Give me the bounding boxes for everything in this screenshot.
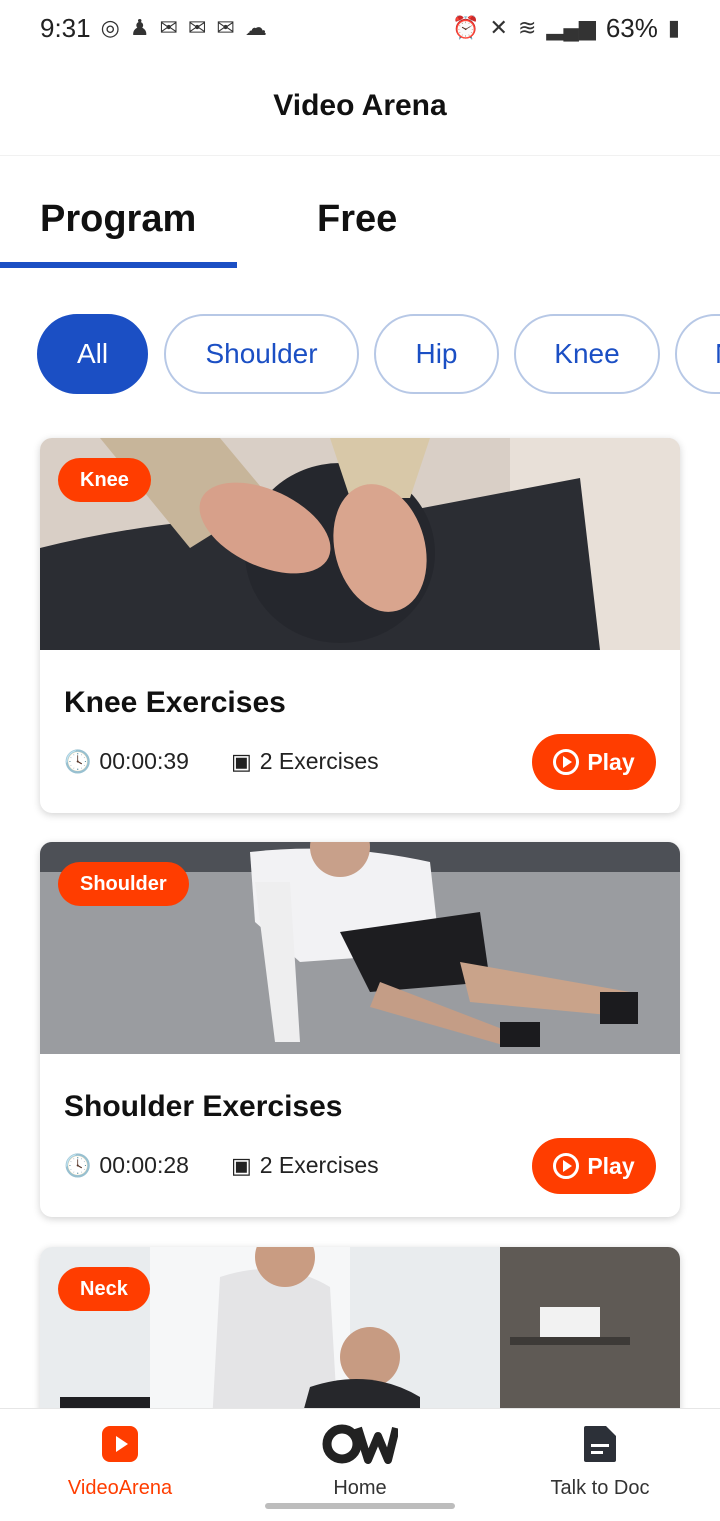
- exercise-count: 2 Exercises: [259, 748, 379, 774]
- cloud-icon: ☁: [244, 15, 267, 40]
- chip-knee[interactable]: Knee: [514, 314, 660, 394]
- person-add-icon: ♟: [129, 15, 150, 40]
- tab-free[interactable]: Free: [317, 198, 397, 241]
- battery-level: 63%: [605, 12, 658, 43]
- play-icon: [101, 1419, 139, 1469]
- tab-program[interactable]: Program: [40, 198, 196, 241]
- home-indicator: [265, 1503, 455, 1509]
- program-card-shoulder[interactable]: Shoulder Shoulder Exercises 🕓 00:00:28 ▣…: [40, 842, 680, 1217]
- battery-icon: ▮: [667, 15, 680, 40]
- nav-videoarena[interactable]: VideoArena: [20, 1419, 220, 1500]
- duration-text: 00:00:28: [99, 1152, 189, 1178]
- chip-shoulder[interactable]: Shoulder: [164, 314, 359, 394]
- category-chips: All Shoulder Hip Knee N: [0, 312, 720, 396]
- card-title: Shoulder Exercises: [64, 1090, 343, 1123]
- clock-icon: 🕓: [64, 1152, 92, 1178]
- gmail-icon: ✉: [216, 15, 235, 40]
- card-title: Knee Exercises: [64, 686, 286, 719]
- document-icon: [582, 1419, 618, 1469]
- wifi-icon: ≋: [517, 15, 537, 40]
- play-circle-icon: [553, 749, 580, 775]
- card-meta: 🕓 00:00:28 ▣ 2 Exercises: [64, 1152, 379, 1179]
- chip-neck[interactable]: N: [675, 314, 720, 394]
- gmail-icon: ✉: [187, 15, 207, 40]
- status-left: 9:31 ◎ ♟ ✉ ✉ ✉ ☁: [40, 13, 267, 44]
- alarm-icon: ⏰: [452, 15, 480, 40]
- play-button[interactable]: Play: [532, 734, 656, 790]
- chip-hip[interactable]: Hip: [374, 314, 499, 394]
- status-bar: 9:31 ◎ ♟ ✉ ✉ ✉ ☁ ⏰ ✕ ≋ ▂▄▆ 63% ▮: [0, 0, 720, 56]
- chip-all[interactable]: All: [37, 314, 148, 394]
- tab-bar: Program Free: [0, 158, 720, 270]
- mute-icon: ✕: [489, 15, 508, 40]
- logo-icon: [322, 1419, 398, 1469]
- program-card-knee[interactable]: Knee Knee Exercises 🕓 00:00:39 ▣ 2 Exerc…: [40, 438, 680, 813]
- app-header: Video Arena: [0, 56, 720, 156]
- play-label: Play: [587, 748, 635, 775]
- video-library-icon: ▣: [230, 1152, 252, 1178]
- category-badge: Knee: [58, 458, 151, 502]
- nav-home[interactable]: Home: [260, 1419, 460, 1500]
- page-title: Video Arena: [273, 88, 447, 122]
- nav-talk-to-doc[interactable]: Talk to Doc: [500, 1419, 700, 1500]
- nav-label: Home: [333, 1477, 387, 1499]
- gmail-icon: ✉: [159, 15, 178, 40]
- duration-text: 00:00:39: [99, 748, 189, 774]
- active-tab-indicator: [0, 262, 237, 268]
- exercise-count: 2 Exercises: [259, 1152, 379, 1178]
- play-label: Play: [587, 1152, 635, 1179]
- play-circle-icon: [553, 1153, 580, 1179]
- status-time: 9:31: [40, 12, 91, 43]
- category-badge: Neck: [58, 1267, 150, 1311]
- video-library-icon: ▣: [230, 748, 252, 774]
- status-right: ⏰ ✕ ≋ ▂▄▆ 63% ▮: [452, 13, 680, 44]
- clock-icon: 🕓: [64, 748, 92, 774]
- nav-label: VideoArena: [67, 1477, 173, 1499]
- nav-label: Talk to Doc: [550, 1477, 650, 1499]
- card-meta: 🕓 00:00:39 ▣ 2 Exercises: [64, 748, 379, 775]
- signal-icon: ▂▄▆: [546, 15, 596, 40]
- play-button[interactable]: Play: [532, 1138, 656, 1194]
- category-badge: Shoulder: [58, 862, 189, 906]
- whatsapp-icon: ◎: [100, 15, 120, 40]
